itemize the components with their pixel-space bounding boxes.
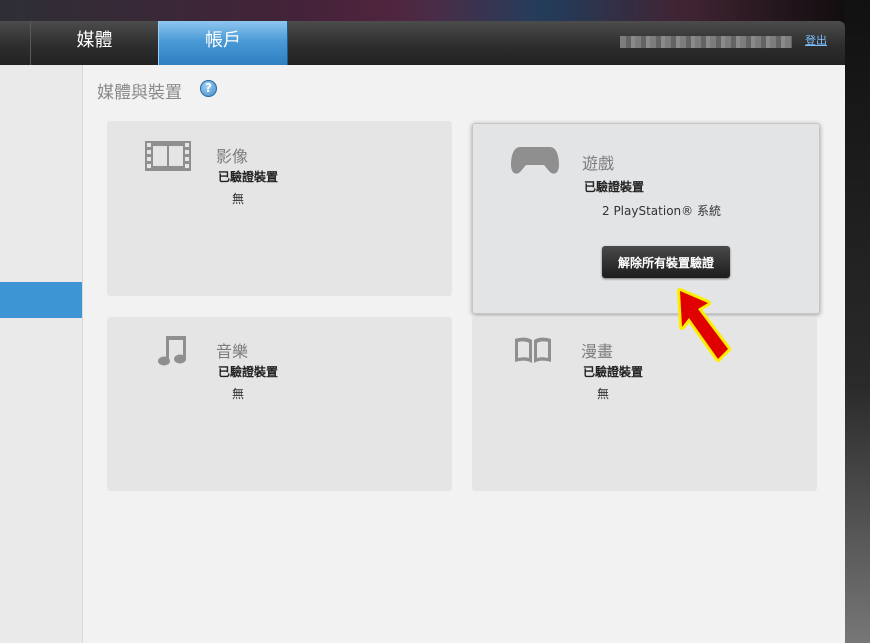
card-comics: 漫畫 已驗證裝置 無 — [472, 317, 817, 491]
deauthorize-all-button[interactable]: 解除所有裝置驗證 — [602, 246, 730, 278]
card-title: 遊戲 — [582, 154, 615, 173]
card-value: 無 — [232, 192, 245, 206]
card-subtitle: 已驗證裝置 — [218, 170, 279, 184]
logout-link[interactable]: 登出 — [805, 32, 827, 48]
card-subtitle: 已驗證裝置 — [218, 365, 279, 379]
tab-account[interactable]: 帳戶 — [158, 21, 288, 65]
card-title: 影像 — [216, 147, 249, 166]
top-navigation-bar: 媒體 帳戶 登出 — [0, 21, 845, 65]
card-value: 無 — [232, 387, 245, 401]
card-games: 遊戲 已驗證裝置 2 PlayStation® 系統 解除所有裝置驗證 — [472, 123, 820, 314]
card-subtitle: 已驗證裝置 — [584, 180, 645, 194]
sidebar — [0, 65, 83, 643]
sidebar-item-active[interactable] — [0, 282, 82, 318]
tab-media[interactable]: 媒體 — [31, 21, 158, 65]
gamepad-icon — [511, 147, 559, 174]
page-title: 媒體與裝置 — [97, 83, 182, 103]
card-title: 音樂 — [216, 342, 249, 361]
username-redacted — [620, 36, 792, 48]
card-video: 影像 已驗證裝置 無 — [107, 121, 452, 296]
card-value: 無 — [597, 387, 610, 401]
window-edge — [844, 0, 870, 643]
book-icon — [515, 337, 551, 363]
card-title: 漫畫 — [581, 342, 614, 361]
card-subtitle: 已驗證裝置 — [583, 365, 644, 379]
card-value: 2 PlayStation® 系統 — [602, 204, 721, 218]
help-icon[interactable]: ? — [200, 80, 217, 97]
annotation-arrow-icon — [677, 288, 731, 362]
film-icon — [145, 141, 191, 171]
card-music: 音樂 已驗證裝置 無 — [107, 317, 452, 491]
music-note-icon — [158, 336, 186, 366]
